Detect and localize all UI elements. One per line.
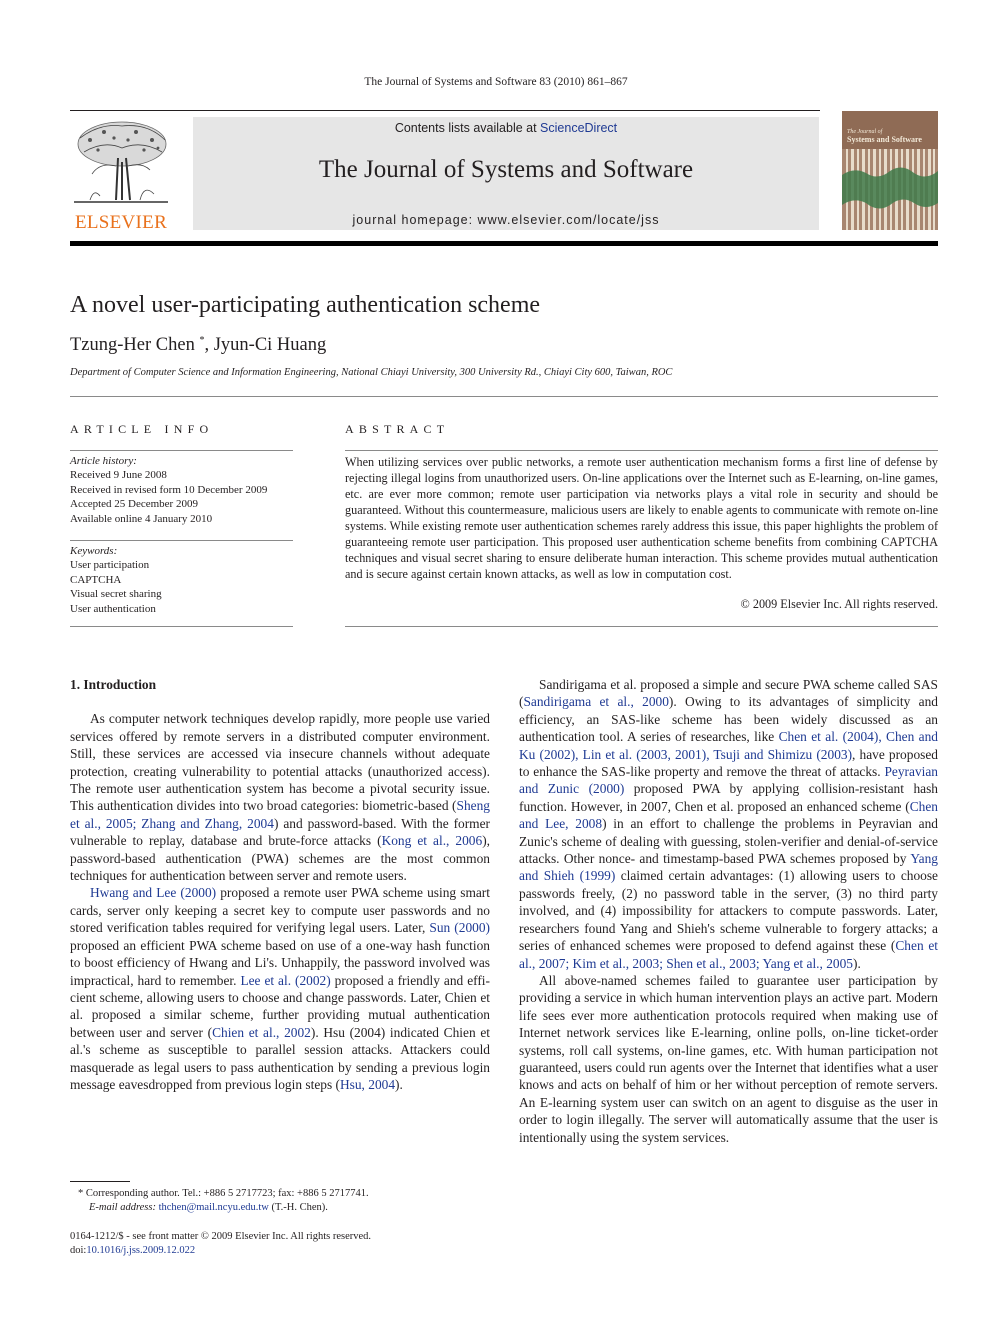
history-entry: Accepted 25 December 2009 <box>70 498 198 511</box>
citation-link[interactable]: Sandirigama et al., 2000 <box>523 694 668 709</box>
email-label: E-mail address: <box>89 1202 156 1213</box>
article-history: Article history: Received 9 June 2008 Re… <box>70 454 295 526</box>
svg-text:The Journal of: The Journal of <box>847 128 884 135</box>
abstract-copyright: © 2009 Elsevier Inc. All rights reserved… <box>740 597 938 611</box>
divider <box>70 450 293 451</box>
abstract-heading: ABSTRACT <box>345 422 450 436</box>
citation-link[interactable]: Yang and Shieh (1999) <box>519 851 938 883</box>
author-list: Tzung-Her Chen *, Jyun-Ci Huang <box>70 335 326 356</box>
divider <box>70 626 293 627</box>
divider <box>70 396 938 397</box>
masthead-top-rule <box>70 110 820 111</box>
article-info-heading: ARTICLE INFO <box>70 422 214 436</box>
doi-prefix: doi: <box>70 1245 87 1256</box>
journal-title: The Journal of Systems and Software <box>318 156 694 183</box>
citation-link[interactable]: Chien et al., 2002 <box>212 1025 311 1040</box>
body-column-left: 1. Introduction As computer network tech… <box>70 676 490 1093</box>
sciencedirect-link[interactable]: ScienceDirect <box>540 121 617 135</box>
footnote-marker: * <box>78 1188 84 1199</box>
body-paragraph: Hwang and Lee (2000) proposed a remote u… <box>70 885 490 1092</box>
abstract-text: When utilizing services over public netw… <box>345 455 938 581</box>
article-history-label: Article history: <box>70 455 137 467</box>
body-column-right: Sandirigama et al. proposed a simple and… <box>519 676 938 1146</box>
citation-link[interactable]: Hsu, 2004 <box>340 1077 395 1092</box>
email-suffix: (T.-H. Chen). <box>268 1202 328 1213</box>
keyword: User participation <box>70 559 150 572</box>
citation-link[interactable]: Chen et al., 2007; Kim et al., 2003; She… <box>519 938 938 970</box>
body-paragraph: Sandirigama et al. proposed a simple and… <box>519 677 939 971</box>
keyword: Visual secret sharing <box>70 588 162 601</box>
history-entry: Received in revised form 10 December 200… <box>70 483 268 496</box>
footnote-rule <box>70 1181 130 1182</box>
doi-link[interactable]: 10.1016/j.jss.2009.12.022 <box>86 1245 195 1256</box>
author-separator: , <box>204 335 214 356</box>
front-matter: 0164-1212/$ - see front matter © 2009 El… <box>70 1230 371 1258</box>
divider <box>345 626 938 627</box>
contents-line: Contents lists available at ScienceDirec… <box>193 121 819 135</box>
keywords: Keywords: User participation CAPTCHA Vis… <box>70 544 295 616</box>
issn-line: 0164-1212/$ - see front matter © 2009 El… <box>70 1231 372 1242</box>
author-name[interactable]: Tzung-Her Chen <box>70 335 195 355</box>
running-head: The Journal of Systems and Software 83 (… <box>364 76 628 88</box>
citation-link[interactable]: Chen et al. (2004), Chen and Ku (2002), … <box>519 729 938 761</box>
body-paragraph: All above-named schemes failed to guaran… <box>519 972 938 1145</box>
keyword: CAPTCHA <box>70 573 122 586</box>
keyword: User authentication <box>70 602 156 615</box>
elsevier-wordmark: ELSEVIER <box>74 212 168 233</box>
divider <box>345 450 938 451</box>
journal-homepage-link[interactable]: journal homepage: www.elsevier.com/locat… <box>193 213 819 227</box>
author-affiliation: Department of Computer Science and Infor… <box>70 367 673 378</box>
article-title: A novel user-participating authenticatio… <box>70 292 541 318</box>
footnote-contact: Corresponding author. Tel.: +886 5 27177… <box>85 1188 369 1199</box>
citation-link[interactable]: Sun (2000) <box>429 920 490 935</box>
body-paragraph: As computer network techniques develop r… <box>70 711 490 884</box>
journal-cover-thumbnail[interactable]: The Journal of Systems and Software <box>842 111 938 230</box>
author-name[interactable]: Jyun-Ci Huang <box>214 335 327 355</box>
masthead-bottom-rule <box>70 241 938 246</box>
keywords-label: Keywords: <box>70 545 118 557</box>
citation-link[interactable]: Kong et al., 2006 <box>382 833 483 848</box>
history-entry: Received 9 June 2008 <box>70 469 167 482</box>
citation-link[interactable]: Hwang and Lee (2000) <box>90 885 216 900</box>
corresponding-author-footnote: * Corresponding author. Tel.: +886 5 271… <box>78 1187 369 1215</box>
email-link[interactable]: thchen@mail.ncyu.edu.tw <box>159 1202 269 1213</box>
citation-link[interactable]: Peyravian and Zunic (2000) <box>519 764 938 796</box>
divider <box>70 540 293 541</box>
citation-link[interactable]: Lee et al. (2002) <box>240 973 330 988</box>
citation-link[interactable]: Sheng et al., 2005; Zhang and Zhang, 200… <box>70 798 490 830</box>
svg-text:Systems and Software: Systems and Software <box>847 135 922 144</box>
citation-link[interactable]: Chen and Lee, 2008 <box>519 799 938 831</box>
contents-prefix: Contents lists available at <box>394 121 541 135</box>
section-heading: 1. Introduction <box>70 677 157 692</box>
history-entry: Available online 4 January 2010 <box>70 512 213 525</box>
